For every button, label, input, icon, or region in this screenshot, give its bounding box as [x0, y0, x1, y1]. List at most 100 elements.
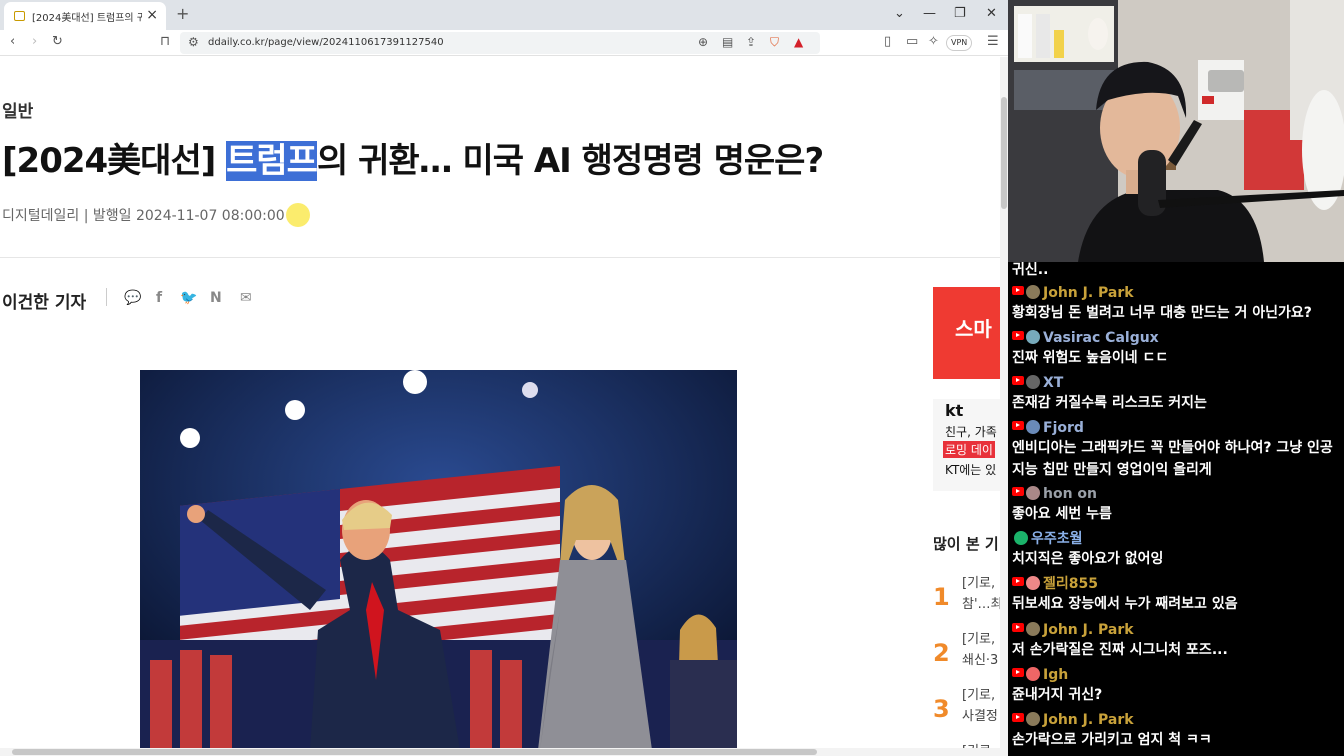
rank-1-line2: 참'…최	[962, 597, 1003, 612]
rank-2-line1: [기로,	[962, 632, 996, 647]
tab-bar: [2024美대선] 트럼프의 귀환... × + ⌄ — ❐ ✕	[0, 0, 1008, 30]
naver-icon[interactable]: N	[210, 290, 222, 306]
rank-1-link[interactable]: [기로, 참'…최	[962, 573, 1003, 615]
chat-text: 쥰내거지 귀신?	[1012, 687, 1103, 703]
rank-2-link[interactable]: [기로, 쇄신·3	[962, 629, 998, 671]
chat-text: 엔비디아는 그래픽카드 꼭 만들어야 하나여? 그냥 인공지능 칩만 만들지 영…	[1012, 440, 1333, 478]
horizontal-scrollbar[interactable]	[0, 748, 1000, 756]
chat-username[interactable]: XT	[1043, 375, 1063, 391]
email-icon[interactable]: ✉	[240, 290, 252, 306]
webcam-feed	[1008, 0, 1344, 262]
chat-previous-text: 귀신..	[1012, 262, 1049, 278]
new-tab-icon[interactable]: +	[176, 4, 189, 23]
chat-text: 황회장님 돈 벌려고 너무 대충 만드는 거 아닌가요?	[1012, 305, 1312, 321]
reporter-separator	[106, 288, 107, 306]
chat-message: John J. Park 손가락으로 가리키고 엄지 척 ㅋㅋ	[1012, 709, 1342, 751]
vertical-scroll-thumb[interactable]	[1001, 97, 1007, 209]
site-info-icon[interactable]: ⚙	[188, 35, 199, 49]
chat-username[interactable]: John J. Park	[1043, 285, 1134, 301]
ad-kt-line1: 친구, 가족	[945, 425, 997, 439]
article-headline: [2024美대선] 트럼프의 귀환… 미국 AI 행정명령 명운은?	[2, 133, 824, 182]
chat-username[interactable]: John J. Park	[1043, 712, 1134, 728]
avatar	[1026, 622, 1040, 636]
minimize-icon[interactable]: —	[923, 6, 936, 21]
back-icon[interactable]: ‹	[10, 34, 15, 49]
chat-username[interactable]: Fjord	[1043, 420, 1084, 436]
rank-1-line1: [기로,	[962, 576, 996, 591]
rank-1-number: 1	[933, 583, 950, 611]
chat-message: 우주초월 치지직은 좋아요가 없어잉	[1012, 528, 1342, 570]
avatar	[1026, 576, 1040, 590]
youtube-icon	[1012, 577, 1024, 586]
restore-icon[interactable]: ❐	[954, 6, 966, 21]
vpn-button[interactable]: VPN	[946, 35, 973, 51]
brave-rewards-icon[interactable]: ▲	[794, 35, 803, 49]
comment-icon[interactable]: 💬	[124, 290, 141, 306]
youtube-icon	[1012, 713, 1024, 722]
article-page: 일반 [2024美대선] 트럼프의 귀환… 미국 AI 행정명령 명운은? 디지…	[0, 57, 1003, 756]
ad-banner-red-text: 스마	[955, 317, 992, 341]
ad-banner-kt[interactable]: kt 친구, 가족 로밍 데이 KT에는 있	[933, 399, 1000, 491]
tab-close-icon[interactable]: ×	[146, 7, 158, 23]
forward-icon[interactable]: ›	[32, 34, 37, 49]
chat-text: 뒤보세요 장능에서 누가 째려보고 있음	[1012, 596, 1238, 612]
kt-logo: kt	[945, 401, 964, 420]
article-meta: 디지털데일리 | 발행일 2024-11-07 08:00:00	[2, 205, 285, 225]
ad-kt-line3: KT에는 있	[945, 463, 997, 477]
address-bar[interactable]: ⚙ ddaily.co.kr/page/view/202411061739112…	[180, 32, 820, 54]
screen: [2024美대선] 트럼프의 귀환... × + ⌄ — ❐ ✕ ‹ › ↻ ⊓…	[0, 0, 1344, 756]
chat-message: hon on 좋아요 세번 누름	[1012, 483, 1342, 525]
rank-3-line2: 사결정	[962, 709, 998, 724]
zoom-icon[interactable]: ⊕	[698, 35, 708, 49]
cursor-highlight	[286, 203, 310, 227]
chat-username[interactable]: hon on	[1043, 486, 1097, 502]
article-category[interactable]: 일반	[2, 97, 33, 122]
browser-window: [2024美대선] 트럼프의 귀환... × + ⌄ — ❐ ✕ ‹ › ↻ ⊓…	[0, 0, 1008, 756]
bookmark-icon[interactable]: ⊓	[160, 34, 170, 49]
article-date: 발행일 2024-11-07 08:00:00	[92, 208, 285, 224]
headline-suffix: 의 귀환… 미국 AI 행정명령 명운은?	[316, 141, 824, 181]
headline-selection: 트럼프	[226, 141, 318, 181]
tab-list-chevron-icon[interactable]: ⌄	[894, 6, 905, 21]
rank-2-line2: 쇄신·3	[962, 653, 999, 668]
reload-icon[interactable]: ↻	[52, 34, 63, 49]
menu-icon[interactable]: ☰	[987, 34, 999, 49]
chat-username[interactable]: 우주초월	[1031, 531, 1083, 547]
chat-message: XT 존재감 커질수록 리스크도 커지는	[1012, 372, 1342, 414]
youtube-icon	[1012, 286, 1024, 295]
chat-username[interactable]: John J. Park	[1043, 622, 1134, 638]
reporter-name[interactable]: 이건한 기자	[2, 288, 86, 313]
close-window-icon[interactable]: ✕	[986, 6, 997, 21]
chat-message: 젤리855 뒤보세요 장능에서 누가 째려보고 있음	[1012, 573, 1342, 615]
rank-3-link[interactable]: [기로, 사결정	[962, 685, 998, 727]
chat-message: Fjord 엔비디아는 그래픽카드 꼭 만들어야 하나여? 그냥 인공지능 칩만…	[1012, 417, 1342, 481]
chat-text: 존재감 커질수록 리스크도 커지는	[1012, 395, 1207, 411]
wallet-icon[interactable]: ▭	[906, 34, 918, 49]
popular-title: 많이 본 기	[933, 535, 999, 553]
share-icon[interactable]: ⇪	[746, 35, 756, 49]
chat-text: 치지직은 좋아요가 없어잉	[1012, 551, 1164, 567]
brave-shield-icon[interactable]: ⛉	[770, 35, 779, 50]
headline-prefix: [2024美대선]	[2, 141, 227, 181]
url-text[interactable]: ddaily.co.kr/page/view/20241106173911275…	[208, 37, 444, 48]
ad-banner-red[interactable]: 스마	[933, 287, 1000, 379]
facebook-icon[interactable]: f	[156, 290, 162, 306]
chat-text: 진짜 위험도 높음이네 ㄷㄷ	[1012, 350, 1169, 366]
tab-article[interactable]: [2024美대선] 트럼프의 귀환... ×	[4, 2, 166, 30]
chat-username[interactable]: Vasirac Calgux	[1043, 330, 1159, 346]
meta-separator: |	[83, 208, 93, 224]
member-badge-icon	[1014, 531, 1028, 545]
reader-icon[interactable]: ▤	[722, 35, 733, 49]
chat-username[interactable]: 젤리855	[1043, 576, 1098, 592]
chat-username[interactable]: Igh	[1043, 667, 1068, 683]
twitter-icon[interactable]: 🐦	[180, 290, 197, 306]
avatar	[1026, 285, 1040, 299]
youtube-icon	[1012, 487, 1024, 496]
leo-ai-icon[interactable]: ✧	[928, 34, 939, 49]
horizontal-scroll-thumb[interactable]	[12, 749, 817, 755]
vertical-scrollbar[interactable]	[1000, 57, 1008, 756]
chat-text: 손가락으로 가리키고 엄지 척 ㅋㅋ	[1012, 732, 1212, 748]
sidebar-toggle-icon[interactable]: ▯	[884, 34, 891, 49]
youtube-icon	[1012, 376, 1024, 385]
avatar	[1026, 667, 1040, 681]
